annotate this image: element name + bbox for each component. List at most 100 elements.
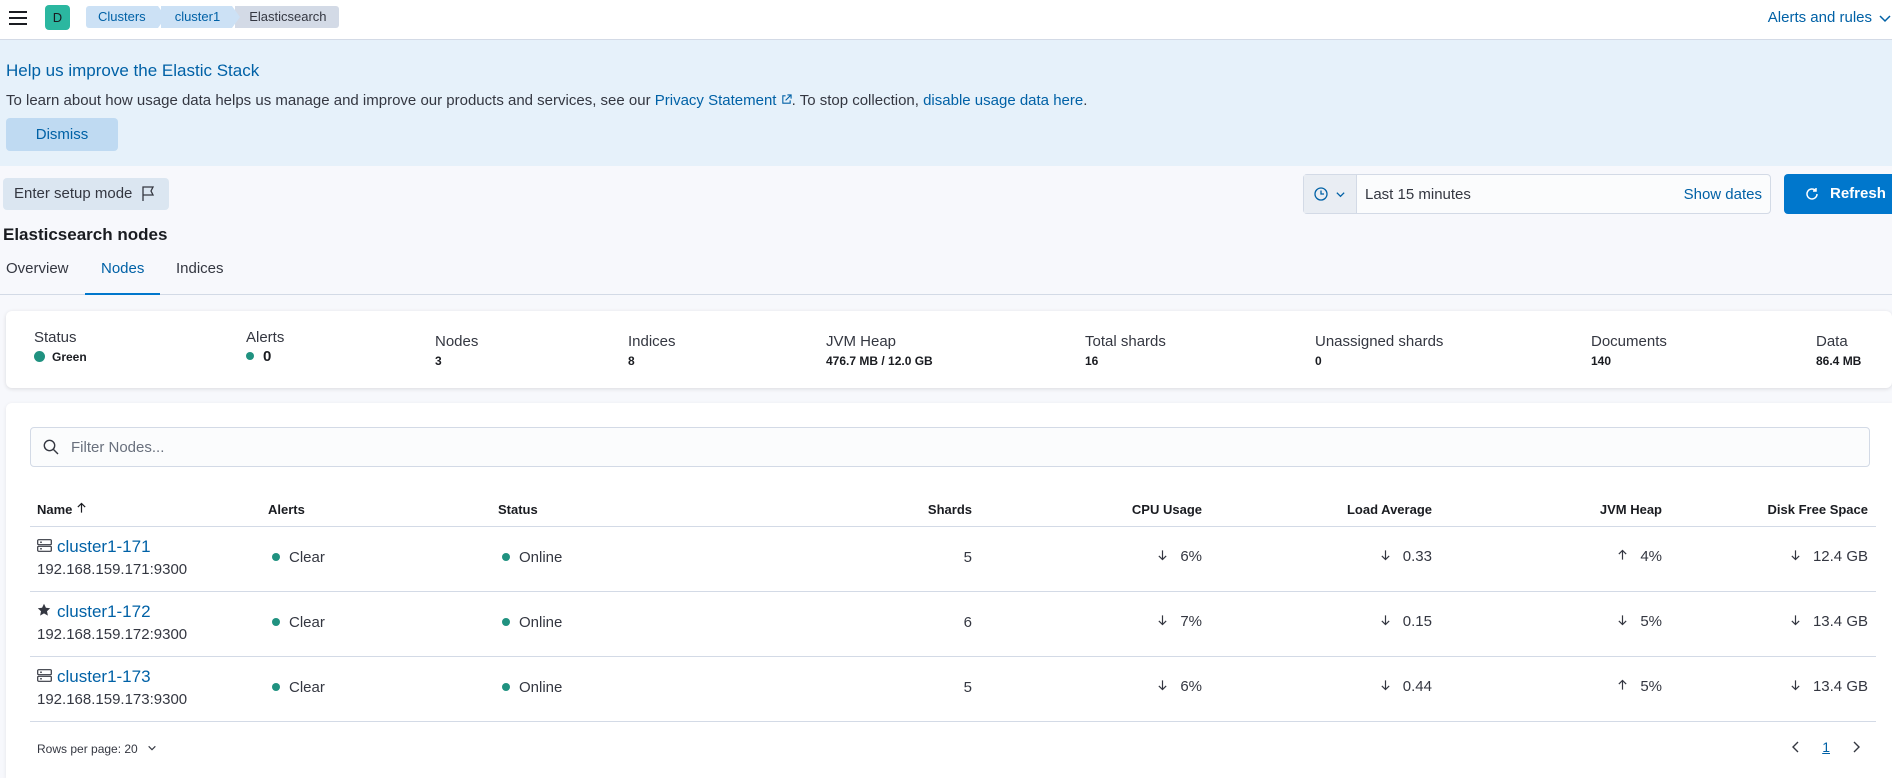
trend-down-icon	[1790, 613, 1801, 630]
node-name-link[interactable]: cluster1-171	[57, 537, 151, 556]
breadcrumb-cluster1[interactable]: cluster1	[160, 6, 240, 28]
shards-cell: 5	[963, 549, 972, 566]
column-name[interactable]: Name	[37, 502, 87, 517]
alerts-cell: Clear	[272, 549, 325, 566]
page-title: Elasticsearch nodes	[3, 225, 168, 244]
chevron-left-icon[interactable]	[1790, 741, 1802, 753]
disk-cell: 13.4 GB	[1790, 678, 1868, 695]
load-cell: 0.15	[1380, 613, 1432, 630]
trend-down-icon	[1157, 548, 1168, 565]
breadcrumb-elasticsearch: Elasticsearch	[235, 6, 339, 28]
disk-value: 12.4 GB	[1812, 548, 1868, 565]
summary-jvm-heap: JVM Heap 476.7 MB / 12.0 GB	[826, 333, 933, 368]
node-name-link[interactable]: cluster1-173	[57, 667, 151, 686]
privacy-statement-link[interactable]: Privacy Statement	[655, 92, 792, 109]
status-cell: Online	[502, 679, 562, 696]
page-1-button[interactable]: 1	[1822, 739, 1830, 755]
summary-total-shards: Total shards 16	[1085, 333, 1166, 368]
refresh-icon	[1806, 188, 1818, 200]
load-cell: 0.33	[1380, 548, 1432, 565]
status-dot-icon	[272, 618, 280, 626]
trend-down-icon	[1380, 678, 1391, 695]
summary-data: Data 86.4 MB	[1816, 333, 1861, 368]
trend-down-icon	[1380, 548, 1391, 565]
alerts-status[interactable]: Clear	[289, 679, 325, 696]
status-dot-icon	[502, 618, 510, 626]
table-header: Name Alerts Status Shards CPU Usage Load…	[30, 493, 1876, 527]
date-picker: Last 15 minutes Show dates	[1303, 174, 1771, 214]
column-load-average[interactable]: Load Average	[1347, 502, 1432, 517]
summary-alerts: Alerts 0	[246, 329, 284, 365]
data-label: Data	[1816, 333, 1848, 350]
unassigned-shards-value: 0	[1315, 354, 1322, 368]
column-cpu-usage[interactable]: CPU Usage	[1132, 502, 1202, 517]
filter-nodes-input[interactable]	[71, 428, 1851, 466]
nodes-label: Nodes	[435, 333, 479, 350]
chevron-down-icon	[148, 745, 156, 751]
jvm-cell: 5%	[1617, 678, 1662, 695]
breadcrumb-clusters[interactable]: Clusters	[86, 6, 166, 28]
status-dot-icon	[272, 683, 280, 691]
dismiss-button[interactable]: Dismiss	[6, 118, 118, 151]
disk-cell: 12.4 GB	[1790, 548, 1868, 565]
callout-text-before: To learn about how usage data helps us m…	[6, 92, 655, 109]
indices-label: Indices	[628, 333, 676, 350]
node-name-cell: cluster1-173 192.168.159.173:9300	[37, 667, 187, 708]
status-dot-icon	[34, 351, 45, 362]
tab-nodes[interactable]: Nodes	[85, 260, 161, 295]
load-cell: 0.44	[1380, 678, 1432, 695]
status-dot-icon	[272, 553, 280, 561]
node-name-link[interactable]: cluster1-172	[57, 602, 151, 621]
quick-select-button[interactable]	[1304, 175, 1357, 213]
jvm-heap-value: 476.7 MB / 12.0 GB	[826, 354, 933, 368]
summary-documents: Documents 140	[1591, 333, 1667, 368]
cpu-value: 6%	[1180, 678, 1202, 695]
alerts-status[interactable]: Clear	[289, 614, 325, 631]
space-avatar[interactable]: D	[45, 5, 70, 30]
trend-down-icon	[1790, 548, 1801, 565]
chevron-right-icon[interactable]	[1850, 741, 1862, 753]
tab-bar: Overview Nodes Indices	[0, 250, 1892, 295]
chevron-down-icon	[1879, 14, 1891, 22]
setup-mode-button[interactable]: Enter setup mode	[3, 178, 169, 210]
node-name-cell: cluster1-172 192.168.159.172:9300	[37, 602, 187, 643]
column-disk-free-space[interactable]: Disk Free Space	[1768, 502, 1868, 517]
refresh-label: Refresh	[1830, 185, 1886, 202]
nodes-panel: Name Alerts Status Shards CPU Usage Load…	[6, 403, 1892, 778]
column-alerts[interactable]: Alerts	[268, 502, 305, 517]
menu-icon[interactable]	[9, 11, 27, 25]
rows-per-page-label: Rows per page: 20	[37, 742, 138, 756]
callout-title: Help us improve the Elastic Stack	[6, 61, 260, 80]
node-status: Online	[519, 549, 563, 566]
cpu-cell: 6%	[1157, 678, 1202, 695]
disk-value: 13.4 GB	[1812, 613, 1868, 630]
search-icon	[43, 439, 59, 455]
tab-indices[interactable]: Indices	[176, 260, 224, 295]
indices-value: 8	[628, 354, 635, 368]
status-cell: Online	[502, 614, 562, 631]
show-dates-button[interactable]: Show dates	[1684, 186, 1762, 203]
time-range-label[interactable]: Last 15 minutes	[1365, 186, 1471, 203]
server-icon	[37, 669, 57, 686]
disable-usage-link[interactable]: disable usage data here	[923, 92, 1083, 109]
load-value: 0.33	[1402, 548, 1432, 565]
column-status[interactable]: Status	[498, 502, 538, 517]
telemetry-callout: Help us improve the Elastic Stack To lea…	[0, 40, 1892, 166]
privacy-link-label: Privacy Statement	[654, 92, 777, 109]
filter-nodes-field	[30, 427, 1870, 467]
server-icon	[37, 539, 57, 556]
alerts-value[interactable]: 0	[263, 348, 271, 365]
tab-overview[interactable]: Overview	[6, 260, 69, 295]
trend-down-icon	[1380, 613, 1391, 630]
refresh-button[interactable]: Refresh	[1784, 174, 1892, 214]
rows-per-page-button[interactable]: Rows per page: 20	[37, 742, 157, 756]
alerts-status[interactable]: Clear	[289, 549, 325, 566]
documents-label: Documents	[1591, 333, 1667, 350]
status-value: Green	[52, 350, 87, 364]
jvm-value: 5%	[1640, 613, 1662, 630]
column-jvm-heap[interactable]: JVM Heap	[1600, 502, 1662, 517]
column-shards[interactable]: Shards	[928, 502, 972, 517]
chevron-down-icon	[1336, 192, 1345, 198]
alerts-and-rules-menu[interactable]: Alerts and rules	[1768, 9, 1892, 26]
table-row: cluster1-171 192.168.159.171:9300 Clear Onl…	[30, 527, 1876, 592]
